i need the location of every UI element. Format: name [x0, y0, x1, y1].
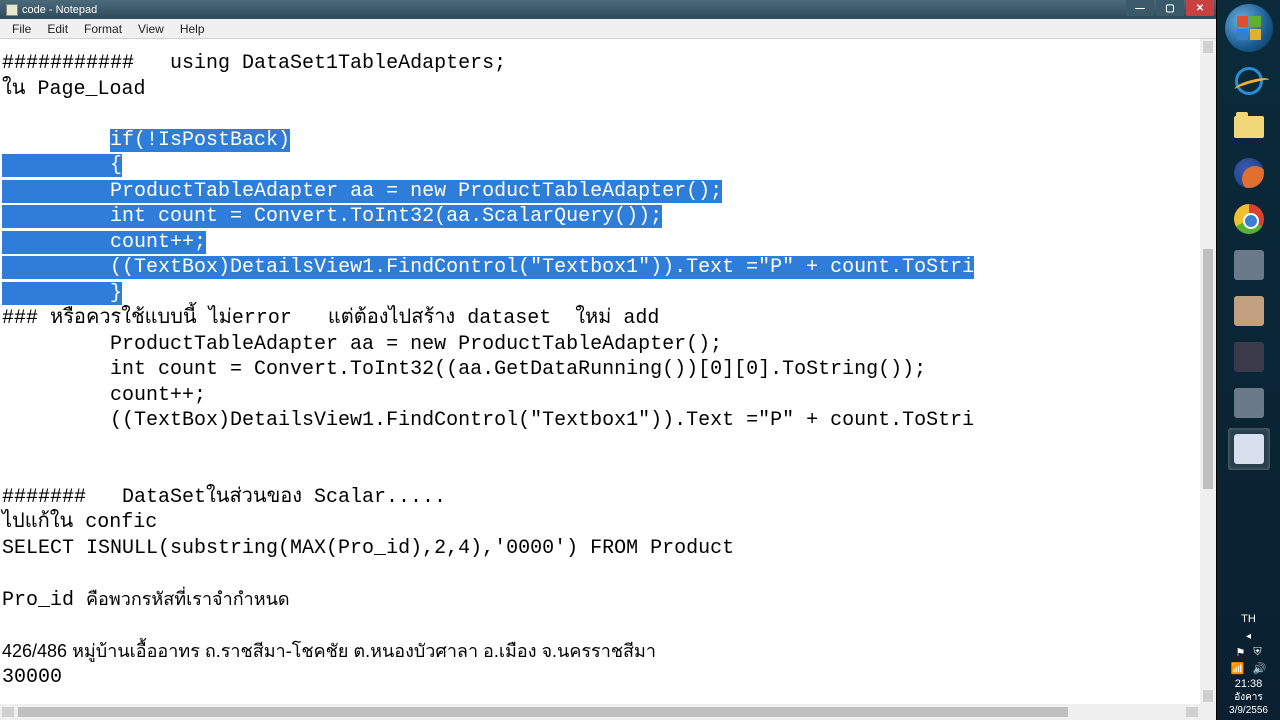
app-icon — [1234, 342, 1264, 372]
vertical-scrollbar[interactable] — [1200, 39, 1216, 704]
taskbar-ie[interactable] — [1228, 60, 1270, 102]
tray-shield-icon[interactable]: ⛨ — [1253, 646, 1261, 659]
system-tray: TH ◂ ⚑ ⛨ 📶 🔊 21:38 อังคาร 3/9/2556 — [1217, 613, 1280, 720]
chrome-icon — [1234, 204, 1264, 234]
language-indicator[interactable]: TH — [1217, 613, 1280, 625]
notepad-window: code - Notepad — ▢ ✕ File Edit Format Vi… — [0, 0, 1216, 720]
tray-flag-icon[interactable]: ⚑ — [1235, 646, 1245, 659]
taskbar-app-4[interactable] — [1228, 382, 1270, 424]
app-icon — [1234, 250, 1264, 280]
clock-time[interactable]: 21:38 — [1217, 678, 1280, 690]
window-title: code - Notepad — [22, 4, 97, 16]
taskbar-app-3[interactable] — [1228, 336, 1270, 378]
ie-icon — [1235, 67, 1263, 95]
scroll-thumb-v[interactable] — [1203, 249, 1213, 489]
notepad-icon — [1234, 434, 1264, 464]
close-button[interactable]: ✕ — [1186, 0, 1214, 16]
clock-date: 3/9/2556 — [1217, 705, 1280, 716]
tray-volume-icon[interactable]: 🔊 — [1253, 662, 1267, 675]
horizontal-scrollbar[interactable] — [0, 704, 1200, 720]
clock-day: อังคาร — [1217, 690, 1280, 705]
menu-edit[interactable]: Edit — [39, 20, 76, 38]
folder-icon — [1234, 116, 1264, 138]
text-editor[interactable]: ########### using DataSet1TableAdapters;… — [0, 39, 1200, 704]
menu-format[interactable]: Format — [76, 20, 130, 38]
start-button[interactable] — [1225, 4, 1273, 52]
taskbar-app-2[interactable] — [1228, 290, 1270, 332]
firefox-icon — [1234, 158, 1264, 188]
taskbar-chrome[interactable] — [1228, 198, 1270, 240]
taskbar-firefox[interactable] — [1228, 152, 1270, 194]
scroll-thumb-h[interactable] — [18, 707, 1068, 717]
titlebar[interactable]: code - Notepad — ▢ ✕ — [0, 0, 1216, 19]
menu-file[interactable]: File — [4, 20, 39, 38]
selected-text: if(!IsPostBack) — [110, 129, 290, 152]
doc-icon — [6, 4, 18, 16]
app-icon — [1234, 388, 1264, 418]
taskbar-notepad[interactable] — [1228, 428, 1270, 470]
menubar: File Edit Format View Help — [0, 19, 1216, 39]
maximize-button[interactable]: ▢ — [1156, 0, 1184, 16]
minimize-button[interactable]: — — [1126, 0, 1154, 16]
window-buttons: — ▢ ✕ — [1126, 0, 1214, 16]
scroll-corner — [1200, 704, 1216, 720]
taskbar-explorer[interactable] — [1228, 106, 1270, 148]
taskbar-app-1[interactable] — [1228, 244, 1270, 286]
taskbar: TH ◂ ⚑ ⛨ 📶 🔊 21:38 อังคาร 3/9/2556 — [1216, 0, 1280, 720]
tray-expand-icon[interactable]: ◂ — [1217, 631, 1280, 642]
app-icon — [1234, 296, 1264, 326]
menu-help[interactable]: Help — [172, 20, 213, 38]
tray-network-icon[interactable]: 📶 — [1231, 662, 1245, 675]
editor-area: ########### using DataSet1TableAdapters;… — [0, 39, 1216, 720]
menu-view[interactable]: View — [130, 20, 172, 38]
